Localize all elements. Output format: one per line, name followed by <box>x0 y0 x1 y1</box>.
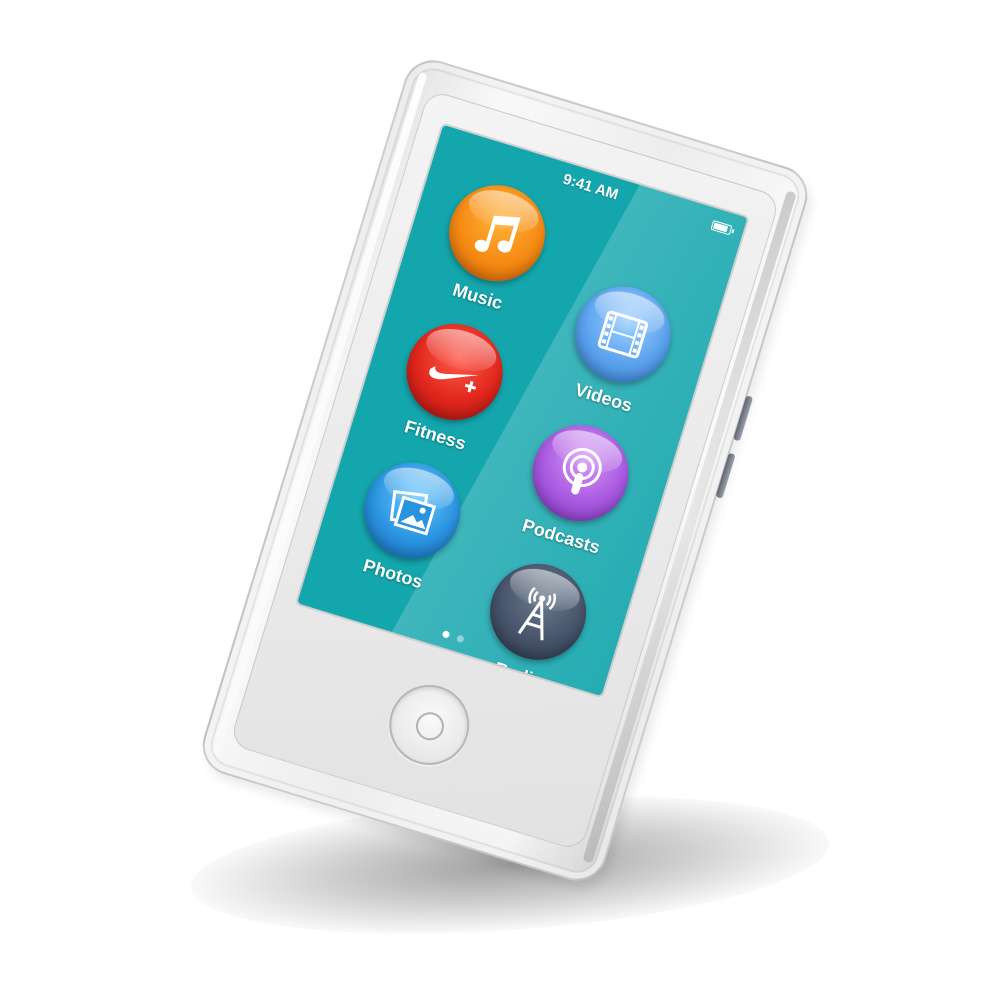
music-app-icon[interactable] <box>437 173 557 294</box>
film-strip-icon <box>597 310 649 359</box>
ipod-nano-device: 9:41 AM Music Videos Fitness Podcasts Ph… <box>195 52 815 889</box>
app-label-fitness: Fitness <box>402 416 469 454</box>
app-label-music: Music <box>450 279 506 314</box>
music-note-icon <box>474 215 521 253</box>
photos-app-icon[interactable] <box>352 450 473 571</box>
app-music[interactable]: Music <box>422 171 564 323</box>
podcast-icon <box>562 447 602 495</box>
fitness-app-icon[interactable] <box>394 312 515 432</box>
radio-tower-icon <box>517 586 556 641</box>
photos-icon <box>389 490 437 536</box>
nike-swoosh-plus-icon <box>429 366 479 393</box>
home-button-square-icon <box>412 708 448 744</box>
product-photo-stage: 9:41 AM Music Videos Fitness Podcasts Ph… <box>0 0 1000 1000</box>
app-label-photos: Photos <box>360 555 426 593</box>
